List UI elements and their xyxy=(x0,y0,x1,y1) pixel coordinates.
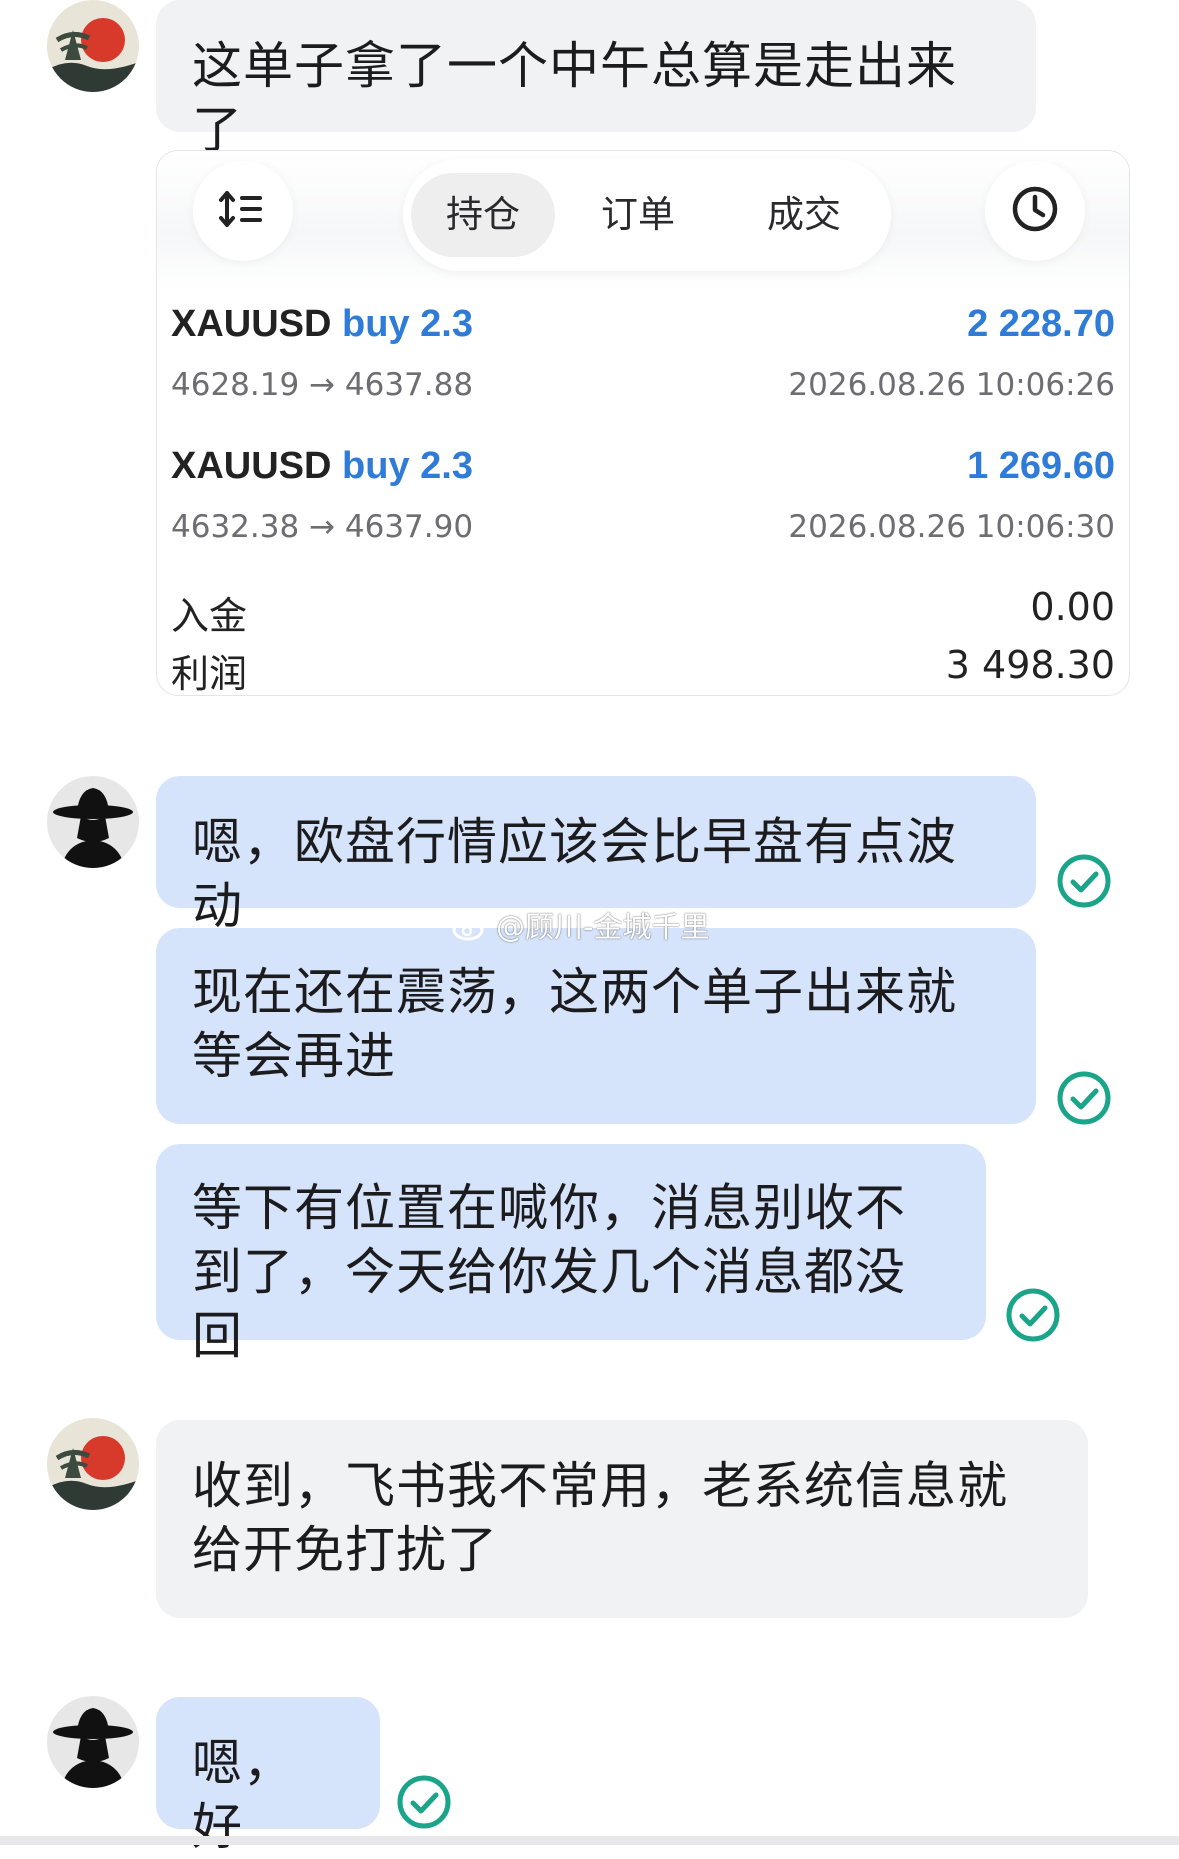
avatar-self[interactable] xyxy=(47,776,139,868)
message-bubble-received[interactable]: 这单子拿了一个中午总算是走出来了 xyxy=(156,0,1036,159)
message-text: 等下有位置在喊你，消息别收不到了，今天给你发几个消息都没回 xyxy=(192,1179,906,1365)
tab-positions[interactable]: 持仓 xyxy=(411,173,555,257)
message-bubble-received[interactable]: 收到，飞书我不常用，老系统信息就给开免打扰了 xyxy=(156,1420,1088,1618)
message-text: 这单子拿了一个中午总算是走出来了 xyxy=(192,37,957,159)
sort-icon xyxy=(218,189,268,233)
avatar-contact[interactable] xyxy=(47,0,139,92)
position-prices: 4628.19 → 4637.88 xyxy=(171,367,474,403)
clock-icon xyxy=(1010,184,1060,238)
position-profit: 2 228.70 xyxy=(967,303,1115,345)
position-time: 2026.08.26 10:06:26 xyxy=(788,367,1115,403)
position-symbol: XAUUSD buy 2.3 xyxy=(171,445,473,487)
watermark: @顾川-金城千里 xyxy=(452,904,709,948)
tab-deals[interactable]: 成交 xyxy=(749,173,859,257)
message-bubble-sent[interactable]: 嗯，欧盘行情应该会比早盘有点波动 xyxy=(156,776,1036,935)
read-check-icon xyxy=(1005,1287,1061,1343)
deposit-label: 入金 xyxy=(171,594,248,638)
position-profit: 1 269.60 xyxy=(967,445,1115,487)
deposit-value: 0.00 xyxy=(1030,585,1115,629)
tab-bar: 持仓 订单 成交 xyxy=(403,159,891,271)
message-bubble-sent[interactable]: 等下有位置在喊你，消息别收不到了，今天给你发几个消息都没回 xyxy=(156,1144,986,1365)
message-text: 收到，飞书我不常用，老系统信息就给开免打扰了 xyxy=(192,1457,1008,1579)
watermark-text: @顾川-金城千里 xyxy=(496,910,710,944)
history-button[interactable] xyxy=(985,161,1085,261)
position-prices: 4632.38 → 4637.90 xyxy=(171,509,474,545)
trade-screenshot-card[interactable]: 持仓 订单 成交 XAUUSD buy 2.3 2 228.70 4628.19… xyxy=(156,150,1130,696)
tab-orders[interactable]: 订单 xyxy=(583,173,693,257)
weibo-icon xyxy=(452,911,492,948)
avatar-self[interactable] xyxy=(47,1696,139,1788)
message-text: 现在还在震荡，这两个单子出来就等会再进 xyxy=(192,963,957,1085)
profit-label: 利润 xyxy=(171,652,248,696)
position-time: 2026.08.26 10:06:30 xyxy=(788,509,1115,545)
read-check-icon xyxy=(1056,853,1112,909)
avatar-contact[interactable] xyxy=(47,1418,139,1510)
read-check-icon xyxy=(1056,1070,1112,1126)
message-bubble-sent[interactable]: 嗯，好 xyxy=(156,1697,380,1856)
bottom-divider xyxy=(0,1836,1179,1845)
position-action: buy 2.3 xyxy=(342,303,473,345)
position-action: buy 2.3 xyxy=(342,445,473,487)
read-check-icon xyxy=(396,1774,452,1830)
message-bubble-sent[interactable]: 现在还在震荡，这两个单子出来就等会再进 xyxy=(156,928,1036,1124)
profit-total-value: 3 498.30 xyxy=(945,643,1115,687)
position-symbol: XAUUSD buy 2.3 xyxy=(171,303,473,345)
sort-button[interactable] xyxy=(193,161,293,261)
